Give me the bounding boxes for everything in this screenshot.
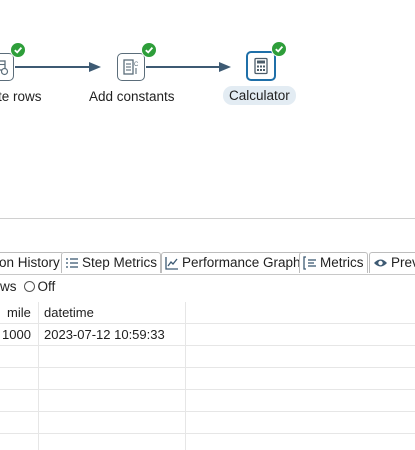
calculator-icon [254, 57, 268, 75]
off-option-label: Off [37, 278, 56, 294]
hop-line [146, 66, 220, 68]
add-constants-icon: C [123, 59, 139, 75]
table-row-empty [0, 412, 415, 434]
hop-arrow-icon [219, 62, 231, 72]
table-row-empty [0, 346, 415, 368]
preview-options: ws Off [0, 276, 55, 296]
tab-label: Prev [391, 255, 415, 270]
ok-badge-icon [10, 42, 26, 58]
step-label-generate-rows: te rows [0, 89, 42, 104]
results-tabbar: on History Step Metrics Performance Grap… [0, 250, 415, 275]
step-generate-rows[interactable] [0, 53, 14, 81]
hop-arrow-icon [89, 62, 101, 72]
table-header-row: mile datetime [0, 302, 415, 324]
tab-performance-graph[interactable]: Performance Graph [161, 252, 305, 273]
off-radio[interactable] [23, 280, 35, 292]
rows-option-label: ws [0, 278, 17, 294]
step-label-calculator: Calculator [223, 86, 296, 105]
tab-label: Performance Graph [182, 255, 301, 270]
tab-step-metrics[interactable]: Step Metrics [61, 252, 162, 273]
tab-preview-data[interactable]: Prev [369, 252, 415, 273]
ok-badge-icon [141, 42, 157, 58]
pane-separator[interactable] [0, 218, 415, 219]
eye-icon [374, 259, 387, 267]
step-label-add-constants: Add constants [89, 89, 175, 104]
step-metrics-icon [66, 258, 78, 268]
step-add-constants[interactable]: C [117, 53, 145, 81]
table-row-empty [0, 390, 415, 412]
tab-label: Metrics [320, 255, 364, 270]
table-rows-icon [0, 60, 9, 76]
preview-table: mile datetime 1000 2023-07-12 10:59:33 [0, 302, 415, 450]
column-divider [185, 302, 186, 450]
tab-label: on History [0, 255, 60, 270]
table-cell-mile: 1000 [2, 327, 31, 342]
column-header-datetime[interactable]: datetime [44, 302, 94, 324]
ok-badge-icon [271, 41, 287, 57]
tab-label: Step Metrics [82, 255, 158, 270]
metrics-icon [303, 256, 316, 270]
table-cell-datetime: 2023-07-12 10:59:33 [44, 327, 165, 342]
tab-metrics[interactable]: Metrics [299, 252, 368, 273]
hop-line [15, 66, 90, 68]
svg-text:C: C [134, 62, 139, 68]
transformation-canvas[interactable]: te rows C Add constants Calculator [0, 0, 415, 200]
step-calculator[interactable] [246, 51, 276, 81]
column-divider [38, 302, 39, 450]
tab-execution-history[interactable]: on History [0, 252, 64, 273]
column-header-mile[interactable]: mile [7, 302, 31, 324]
table-row[interactable]: 1000 2023-07-12 10:59:33 [0, 324, 415, 346]
performance-graph-icon [165, 257, 178, 270]
table-row-empty [0, 368, 415, 390]
